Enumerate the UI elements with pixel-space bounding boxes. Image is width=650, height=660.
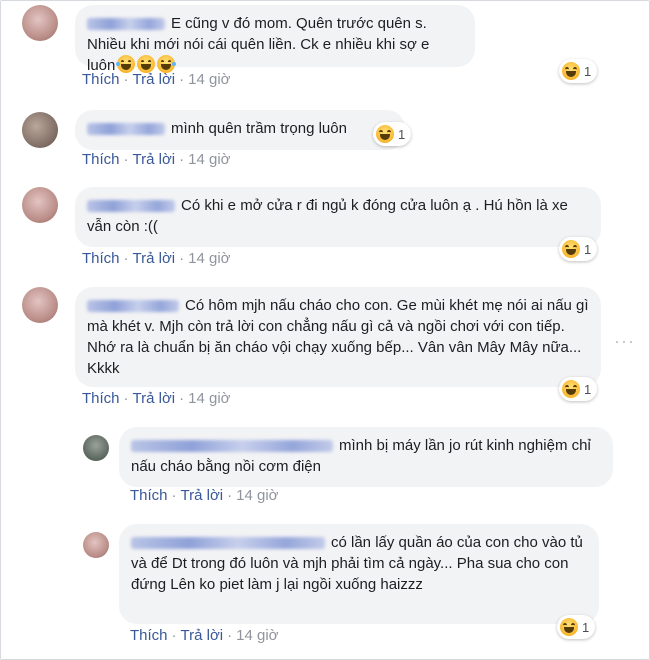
commenter-name[interactable] [87,200,175,213]
avatar[interactable] [22,5,58,41]
timestamp[interactable]: 14 giờ [188,390,230,407]
commenter-name[interactable] [87,18,165,31]
comment-actions: Thích · Trả lời · 14 giờ [82,151,231,168]
reply-link[interactable]: Trả lời [133,250,176,267]
haha-reaction-icon [560,618,578,636]
like-link[interactable]: Thích [82,390,120,407]
reply-link[interactable]: Trả lời [181,627,224,644]
avatar[interactable] [83,532,109,558]
avatar[interactable] [83,435,109,461]
timestamp[interactable]: 14 giờ [188,71,230,88]
comments-panel: E cũng v đó mom. Quên trước quên s. Nhiề… [0,0,650,660]
comment-bubble: Có hôm mjh nấu cháo cho con. Ge mùi khét… [75,287,601,387]
comment-actions: Thích · Trả lời · 14 giờ [82,250,231,267]
avatar[interactable] [22,287,58,323]
commenter-name[interactable] [87,300,179,313]
like-link[interactable]: Thích [82,151,120,168]
haha-reaction-icon [562,240,580,258]
comment-actions: Thích · Trả lời · 14 giờ [82,390,231,407]
like-link[interactable]: Thích [82,250,120,267]
timestamp[interactable]: 14 giờ [236,487,278,504]
commenter-name[interactable] [131,440,333,453]
reaction-count[interactable]: 1 [559,59,598,83]
reaction-count[interactable]: 1 [559,377,598,401]
haha-reaction-icon [562,380,580,398]
timestamp[interactable]: 14 giờ [236,627,278,644]
comment-actions: Thích · Trả lời · 14 giờ [130,487,279,504]
like-link[interactable]: Thích [130,627,168,644]
comment-bubble: E cũng v đó mom. Quên trước quên s. Nhiề… [75,5,475,74]
like-link[interactable]: Thích [130,487,168,504]
comment-bubble: Có khi e mở cửa r đi ngủ k đóng cửa luôn… [75,187,601,247]
reaction-count[interactable]: 1 [373,122,412,146]
timestamp[interactable]: 14 giờ [188,250,230,267]
reply-link[interactable]: Trả lời [181,487,224,504]
more-options-icon[interactable]: ··· [614,331,635,352]
avatar[interactable] [22,187,58,223]
commenter-name[interactable] [87,123,165,136]
comment-bubble: mình bị máy lần jo rút kinh nghiệm chỉ n… [119,427,613,487]
comment-bubble: mình quên trầm trọng luôn [75,110,405,150]
commenter-name[interactable] [131,537,325,550]
reaction-count[interactable]: 1 [557,615,596,639]
like-link[interactable]: Thích [82,71,120,88]
reaction-count[interactable]: 1 [559,237,598,261]
reply-link[interactable]: Trả lời [133,71,176,88]
comment-bubble: có lần lấy quần áo của con cho vào tủ và… [119,524,599,624]
reply-link[interactable]: Trả lời [133,390,176,407]
comment-actions: Thích · Trả lời · 14 giờ [130,627,279,644]
haha-reaction-icon [376,125,394,143]
reply-link[interactable]: Trả lời [133,151,176,168]
avatar[interactable] [22,112,58,148]
comment-text: mình quên trầm trọng luôn [171,120,347,137]
haha-reaction-icon [562,62,580,80]
timestamp[interactable]: 14 giờ [188,151,230,168]
comment-actions: Thích · Trả lời · 14 giờ [82,71,231,88]
